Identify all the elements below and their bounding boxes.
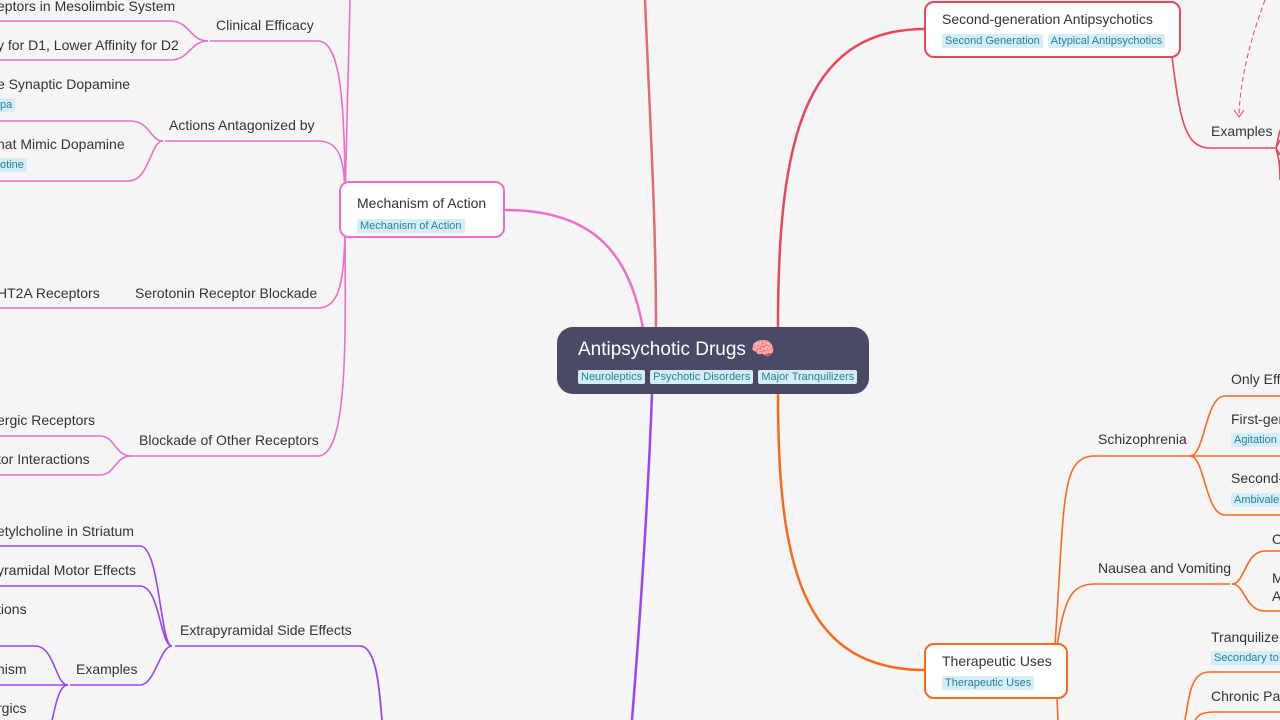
- leaf[interactable]: A: [1272, 588, 1280, 604]
- link-root-bottom: [630, 393, 654, 720]
- leaf[interactable]: ergic Receptors: [0, 412, 95, 428]
- node-serotonin[interactable]: Serotonin Receptor Blockade: [135, 285, 317, 301]
- tag: Ambivaler: [1231, 493, 1280, 507]
- node-tranquilizer[interactable]: Tranquilizer: [1211, 629, 1280, 645]
- leaf[interactable]: eptors in Mesolimbic System: [0, 0, 175, 14]
- dashed-arrow: [1238, 0, 1266, 117]
- leaf[interactable]: tions: [0, 601, 27, 617]
- leaf[interactable]: Second-: [1231, 470, 1280, 486]
- mechanism-node[interactable]: Mechanism of Action Mechanism of Action: [339, 181, 505, 238]
- node-examples[interactable]: Examples: [76, 661, 137, 677]
- leaf[interactable]: tor Interactions: [0, 451, 90, 467]
- link-root-secondgen: [776, 27, 926, 329]
- root-label: Antipsychotic Drugs 🧠: [578, 339, 775, 360]
- link-root-mechanism: [504, 208, 645, 329]
- node-examples[interactable]: Examples: [1211, 123, 1272, 139]
- second-gen-node[interactable]: Second-generation Antipsychotics Second …: [924, 1, 1181, 58]
- tag: Agitation: [1231, 433, 1280, 447]
- node-label: Mechanism of Action: [357, 195, 487, 211]
- node-nausea[interactable]: Nausea and Vomiting: [1098, 560, 1231, 576]
- node-chronic-pain[interactable]: Chronic Pai: [1211, 688, 1280, 704]
- node-extrapyramidal[interactable]: Extrapyramidal Side Effects: [180, 622, 352, 638]
- leaf[interactable]: etylcholine in Striatum: [0, 523, 134, 539]
- tag: Second Generation: [942, 34, 1043, 48]
- leaf[interactable]: Only Effi: [1231, 371, 1280, 387]
- leaf[interactable]: y for D1, Lower Affinity for D2: [0, 37, 179, 53]
- node-clinical-efficacy[interactable]: Clinical Efficacy: [216, 17, 314, 33]
- therapeutic-node[interactable]: Therapeutic Uses Therapeutic Uses: [924, 643, 1068, 699]
- root-node[interactable]: Antipsychotic Drugs 🧠 Neuroleptics Psych…: [557, 327, 869, 394]
- tag: Psychotic Disorders: [650, 370, 754, 384]
- tag: otine: [0, 158, 27, 172]
- leaf[interactable]: rgics: [0, 700, 27, 716]
- tag: Therapeutic Uses: [942, 676, 1035, 690]
- tag: pa: [0, 98, 16, 112]
- node-actions-antagonized[interactable]: Actions Antagonized by: [169, 117, 315, 133]
- leaf[interactable]: M: [1272, 570, 1280, 586]
- node-label: Second-generation Antipsychotics: [942, 11, 1153, 27]
- brain-icon: 🧠: [751, 339, 775, 360]
- tag: Mechanism of Action: [357, 219, 465, 233]
- link-root-therapeutic: [776, 393, 926, 672]
- leaf[interactable]: First-ger: [1231, 411, 1280, 427]
- node-schizophrenia[interactable]: Schizophrenia: [1098, 431, 1187, 447]
- node-blockade-other[interactable]: Blockade of Other Receptors: [139, 432, 319, 448]
- node-label: Therapeutic Uses: [942, 653, 1052, 669]
- link-top: [643, 0, 658, 329]
- tag: Secondary to C: [1211, 651, 1280, 665]
- leaf[interactable]: HT2A Receptors: [0, 285, 100, 301]
- tag: Major Tranquilizers: [758, 370, 858, 384]
- leaf[interactable]: e Synaptic Dopamine: [0, 76, 130, 92]
- tag: Neuroleptics: [578, 370, 646, 384]
- leaf[interactable]: yramidal Motor Effects: [0, 562, 136, 578]
- leaf[interactable]: hat Mimic Dopamine: [0, 136, 125, 152]
- leaf[interactable]: O: [1272, 531, 1280, 547]
- tag: Atypical Antipsychotics: [1047, 34, 1166, 48]
- leaf[interactable]: nism: [0, 661, 27, 677]
